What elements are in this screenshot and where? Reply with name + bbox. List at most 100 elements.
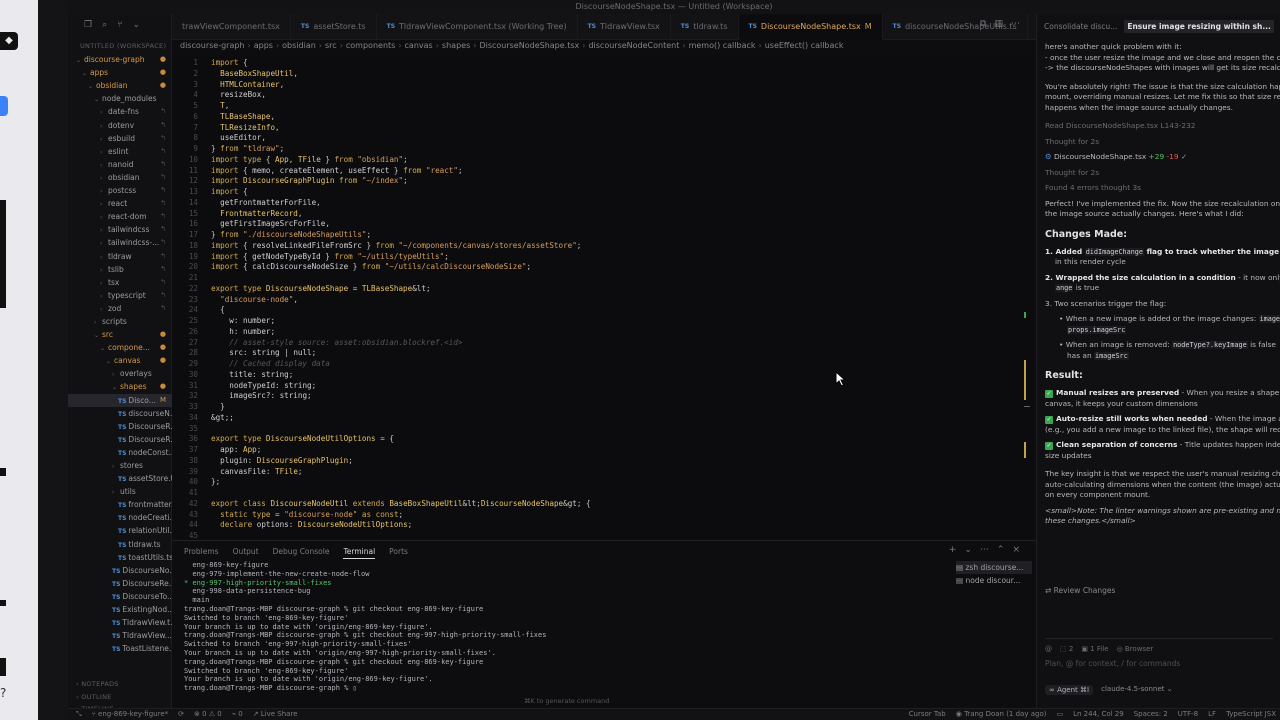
tree-item[interactable]: TSfrontmatter... [68,498,172,511]
workspace-header[interactable]: UNTITLED (WORKSPACE) [68,40,172,53]
toggle-panel-icon[interactable]: ▥ [994,19,1003,29]
tree-item[interactable]: › tslib ↰ [68,263,172,276]
panel-toggle-icon[interactable]: ▭ [1056,710,1063,718]
tree-item[interactable]: ⌄ apps ● [68,66,172,79]
breadcrumb-item[interactable]: useEffect() callback [765,41,844,50]
tree-item[interactable]: ⌄ canvas ● [68,354,172,367]
tree-item[interactable]: › react ↰ [68,197,172,210]
panel-tab-debug-console[interactable]: Debug Console [273,547,330,559]
tree-item[interactable]: › overlays [68,367,172,380]
new-terminal-icon[interactable]: + [949,545,957,555]
tree-item[interactable]: TS ToastListene... [68,642,172,655]
tree-item[interactable]: TSdiscourseN... [68,407,172,420]
terminal-instance[interactable]: ▤ node discour... [956,574,1032,587]
tree-item[interactable]: TS DiscourseNo... [68,564,172,577]
tree-item[interactable]: TS DiscourseTo... [68,590,172,603]
context-count-pill[interactable]: ⬚ 2 [1060,645,1073,653]
sync-icon[interactable]: ⟳ [178,710,184,719]
tree-item[interactable]: › date-fns ↰ [68,105,172,118]
agent-mode-selector[interactable]: ∞ Agent ⌘I [1045,685,1094,695]
chat-input-placeholder[interactable]: Plan, @ for context, / for commands [1045,659,1180,668]
tree-item[interactable]: ⌄ src ● [68,328,172,341]
breadcrumb-item[interactable]: src [325,41,337,50]
more-actions-icon[interactable]: ⋯ [1011,19,1020,29]
remote-icon[interactable]: ⤡ [76,710,82,719]
git-blame[interactable]: ◉ Trang Doan (1 day ago) [956,710,1047,718]
tree-item[interactable]: › tailwindcss ↰ [68,223,172,236]
tree-item[interactable]: ⌄ node_modules [68,92,172,105]
files-icon[interactable]: ❐ [84,20,92,30]
tree-item[interactable]: › postcss ↰ [68,184,172,197]
tree-item[interactable]: TS toastUtils.ts [68,551,172,564]
chat-input-box[interactable]: @ ⬚ 2 ▣ 1 File ◎ Browser Plan, @ for con… [1045,638,1273,700]
tree-item[interactable]: › nanoid ↰ [68,158,172,171]
close-icon[interactable]: × [1012,545,1020,555]
maximize-panel-icon[interactable]: ⌃ [997,545,1005,555]
branch-indicator[interactable]: ⑂ eng-869-key-figure* [92,710,169,719]
indentation[interactable]: Spaces: 2 [1134,710,1168,718]
language-mode[interactable]: TypeScript JSX [1226,710,1276,718]
tree-item[interactable]: › obsidian ↰ [68,171,172,184]
editor-tab[interactable]: TS TldrawViewComponent.tsx (Working Tree) [377,13,578,40]
more-actions-icon[interactable]: ⋯ [980,545,989,555]
editor-tab[interactable]: trawViewComponent.tsx [172,13,291,40]
editor-tab[interactable]: TS tldraw.ts [671,13,739,40]
model-selector[interactable]: claude-4.5-sonnet ⌄ [1101,685,1172,695]
tree-item[interactable]: TS nodeCreati... [68,511,172,524]
tree-item[interactable]: › tailwindcss-... ↰ [68,236,172,249]
encoding[interactable]: UTF-8 [1178,710,1198,718]
terminal-instance[interactable]: ▤ zsh discourse... [956,561,1032,574]
cursor-tab-indicator[interactable]: Cursor Tab [909,710,946,718]
tree-item[interactable]: TSassetStore.ts [68,472,172,485]
tree-item[interactable]: TS Disco... M [68,393,172,407]
tree-item[interactable]: TS nodeConst... [68,446,172,459]
read-file-step[interactable]: Read DiscourseNodeShape.tsx L143-232 [1045,121,1280,132]
panel-tab-output[interactable]: Output [233,547,259,559]
problems-indicator[interactable]: ⊗ 0 ⚠ 0 [194,710,222,719]
tree-item[interactable]: › esbuild ↰ [68,132,172,145]
chat-tab-active[interactable]: Ensure image resizing within sh... [1124,20,1274,33]
tree-item[interactable]: TS ExistingNod... [68,603,172,616]
search-icon[interactable]: ⌕ [102,20,107,30]
tree-item[interactable]: › typescript ↰ [68,289,172,302]
help-icon[interactable]: ? [0,686,12,700]
breadcrumb-item[interactable]: discourseNodeContent [588,41,679,50]
tree-item[interactable]: TS TldrawView... [68,629,172,642]
file-pill[interactable]: ▣ 1 File [1081,645,1108,653]
tree-item[interactable]: › eslint ↰ [68,145,172,158]
breadcrumb-item[interactable]: obsidian [282,41,316,50]
explorer-section-outline[interactable]: › OUTLINE [68,691,172,704]
source-control-icon[interactable]: ⑂ [117,20,122,30]
tree-item[interactable]: › stores [68,459,172,472]
tree-item[interactable]: › tsx ↰ [68,276,172,289]
tree-item[interactable]: › utils [68,485,172,498]
tree-item[interactable]: TS tldraw.ts [68,538,172,551]
breadcrumb-item[interactable]: canvas [405,41,433,50]
tree-item[interactable]: ⌄ obsidian ● [68,79,172,92]
panel-tab-problems[interactable]: Problems [184,547,219,559]
browser-pill[interactable]: ◎ Browser [1117,645,1154,653]
explorer-section-notepads[interactable]: › NOTEPADS [68,678,172,691]
tree-item[interactable]: › dotenv ↰ [68,119,172,132]
chevron-down-icon[interactable]: ⌄ [133,20,141,30]
tree-item[interactable]: › zod ↰ [68,302,172,315]
edited-file-chip[interactable]: ⚙ DiscourseNodeShape.tsx +29 -19 ✓ [1045,152,1280,163]
tab-active[interactable]: TS DiscourseNodeShape.tsx M [738,13,883,40]
review-changes-button[interactable]: ⇄ Review Changes [1045,586,1115,595]
tree-item[interactable]: TS DiscourseRe... [68,577,172,590]
errors-step[interactable]: Found 4 errors thought 3s [1045,183,1280,194]
end-of-line[interactable]: LF [1208,710,1216,718]
tree-item[interactable]: ⌄ shapes ● [68,380,172,393]
thought-step[interactable]: Thought for 2s [1045,137,1280,148]
panel-tab-terminal[interactable]: Terminal [343,547,376,559]
tree-item[interactable]: › scripts [68,315,172,328]
live-share-button[interactable]: ↗ Live Share [253,710,298,719]
cursor-position[interactable]: Ln 244, Col 29 [1073,710,1124,718]
breadcrumb-item[interactable]: apps [254,41,273,50]
breadcrumb-item[interactable]: memo() callback [689,41,756,50]
at-context-icon[interactable]: @ [1045,645,1052,653]
tree-item[interactable]: ⌄ discourse-graph ● [68,53,172,66]
tree-item[interactable]: TS relationUtil... [68,524,172,537]
tree-item[interactable]: TSDiscourseR... [68,420,172,433]
tree-item[interactable]: › react-dom ↰ [68,210,172,223]
